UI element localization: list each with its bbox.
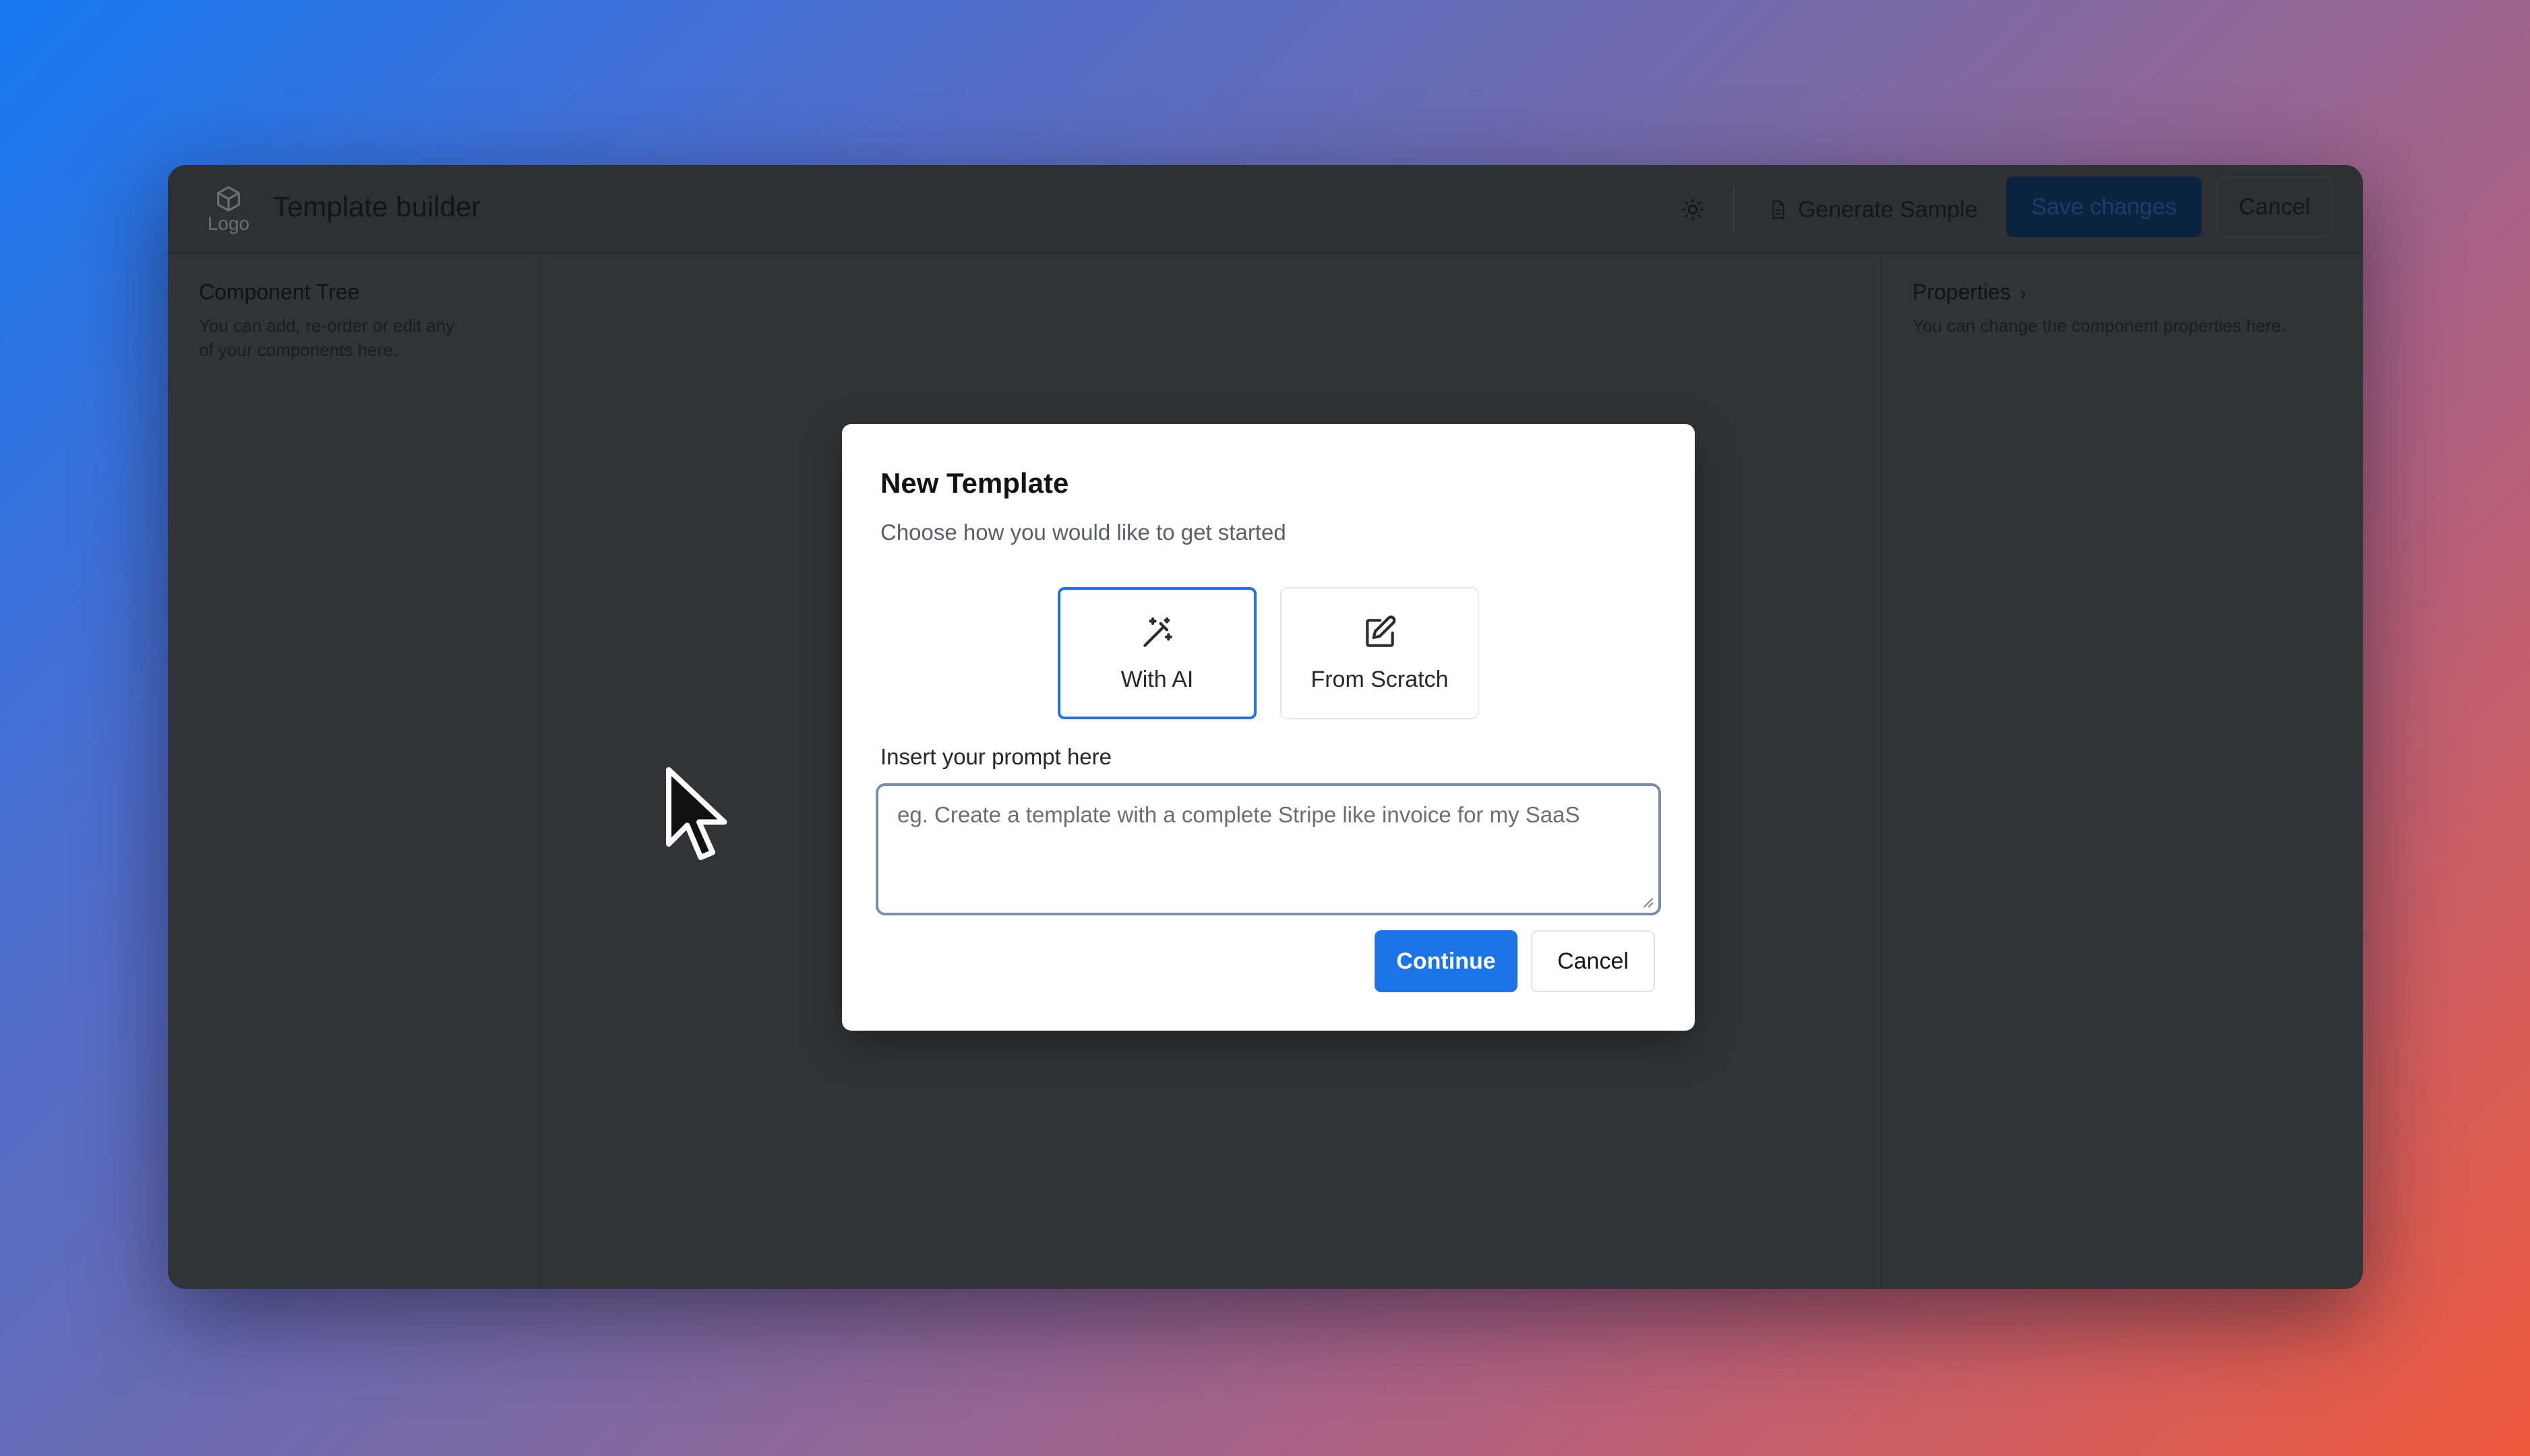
- prompt-field-container: [876, 783, 1661, 915]
- toolbar-divider: [1733, 185, 1735, 233]
- magic-wand-icon: [1143, 617, 1172, 647]
- prompt-label: Insert your prompt here: [880, 744, 1112, 769]
- logo-label: Logo: [207, 213, 250, 234]
- chevron-right-icon: ›: [2020, 283, 2026, 303]
- dialog-title: New Template: [880, 467, 1069, 499]
- component-tree-description-line1: You can add, re-order or edit any: [199, 315, 455, 336]
- properties-header[interactable]: Properties ›: [1912, 280, 2026, 305]
- generate-sample-label: Generate Sample: [1798, 196, 1978, 222]
- generate-sample-button[interactable]: Generate Sample: [1753, 184, 1993, 235]
- with-ai-label: With AI: [1120, 666, 1194, 692]
- new-template-dialog: New Template Choose how you would like t…: [842, 424, 1695, 1031]
- properties-description: You can change the component properties …: [1912, 315, 2287, 336]
- continue-button[interactable]: Continue: [1375, 930, 1517, 992]
- dialog-cancel-button[interactable]: Cancel: [1531, 930, 1655, 992]
- cancel-button[interactable]: Cancel: [2217, 177, 2332, 237]
- desktop-background: Logo Template builder Generate Sample Sa…: [0, 0, 2530, 1456]
- save-changes-button[interactable]: Save changes: [2006, 177, 2202, 237]
- prompt-textarea[interactable]: [878, 786, 1658, 913]
- component-tree-title: Component Tree: [199, 280, 360, 304]
- component-tree-panel: Component Tree You can add, re-order or …: [168, 253, 540, 1289]
- component-tree-description-line2: of your components here.: [199, 340, 398, 360]
- properties-panel: Properties › You can change the component…: [1880, 253, 2363, 1289]
- file-icon: [1772, 200, 1784, 219]
- edit-icon: [1365, 615, 1395, 647]
- page-title: Template builder: [273, 191, 481, 222]
- from-scratch-label: From Scratch: [1311, 666, 1449, 692]
- logo[interactable]: Logo: [200, 180, 257, 238]
- from-scratch-option[interactable]: From Scratch: [1280, 587, 1479, 719]
- dialog-subtitle: Choose how you would like to get started: [880, 520, 1286, 545]
- mouse-pointer-icon: [666, 767, 727, 860]
- resize-handle-icon[interactable]: [1639, 894, 1654, 909]
- theme-toggle-button[interactable]: [1675, 192, 1710, 227]
- top-bar: Logo Template builder Generate Sample Sa…: [168, 165, 2363, 254]
- with-ai-option[interactable]: With AI: [1058, 587, 1257, 719]
- properties-title: Properties: [1912, 280, 2011, 304]
- cube-icon: [217, 186, 240, 212]
- sun-icon: [1681, 198, 1704, 221]
